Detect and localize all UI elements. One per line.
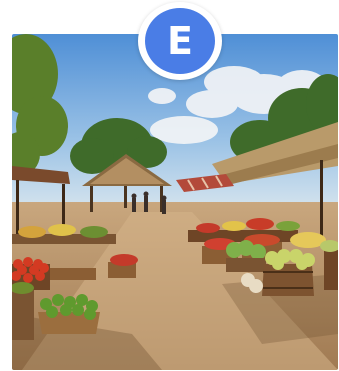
- option-card[interactable]: E: [0, 0, 339, 371]
- farmers-market-photo: [12, 34, 338, 370]
- option-badge: E: [138, 2, 222, 80]
- option-letter: E: [145, 8, 215, 74]
